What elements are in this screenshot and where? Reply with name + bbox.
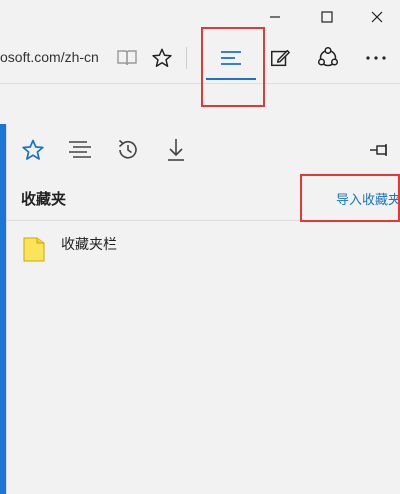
hub-button[interactable] <box>206 33 256 83</box>
star-icon <box>152 48 172 67</box>
close-icon <box>371 11 383 22</box>
browser-toolbar: osoft.com/zh-cn <box>0 33 400 84</box>
import-favorites-link[interactable]: 导入收藏夹 <box>336 189 400 208</box>
maximize-button[interactable] <box>302 0 352 33</box>
panel-title: 收藏夹 <box>21 191 67 208</box>
hub-icon <box>221 51 241 65</box>
reading-view-button[interactable] <box>112 33 142 83</box>
pin-button[interactable] <box>369 140 391 160</box>
favorite-button[interactable] <box>146 33 178 83</box>
close-button[interactable] <box>352 0 400 33</box>
web-note-button[interactable] <box>262 33 298 83</box>
toolbar-separator <box>186 47 187 69</box>
more-icon <box>366 56 386 60</box>
reading-list-icon <box>69 141 91 158</box>
hub-panel: 收藏夹 导入收藏夹 收藏夹栏 <box>6 124 400 494</box>
folder-icon <box>23 237 45 262</box>
downloads-icon <box>168 139 184 161</box>
maximize-icon <box>321 10 333 23</box>
title-bar <box>0 0 400 33</box>
reading-view-icon <box>117 50 137 66</box>
address-bar[interactable]: osoft.com/zh-cn <box>0 46 110 68</box>
share-button[interactable] <box>310 33 346 83</box>
hub-active-indicator <box>206 78 256 80</box>
hub-tabs <box>7 124 400 176</box>
history-icon <box>118 139 137 159</box>
more-button[interactable] <box>358 33 394 83</box>
minimize-icon <box>270 15 280 18</box>
minimize-button[interactable] <box>250 0 300 33</box>
list-item-label: 收藏夹栏 <box>61 236 117 252</box>
tab-reading-list[interactable] <box>60 132 100 168</box>
favorites-star-icon <box>22 139 44 160</box>
web-note-icon <box>271 49 290 67</box>
tab-downloads[interactable] <box>156 132 196 168</box>
tab-favorites[interactable] <box>13 132 53 168</box>
favorites-header: 收藏夹 导入收藏夹 <box>7 176 400 221</box>
list-item[interactable]: 收藏夹栏 <box>7 228 400 268</box>
pin-icon <box>370 144 387 156</box>
tab-history[interactable] <box>108 132 148 168</box>
share-icon <box>317 46 339 67</box>
